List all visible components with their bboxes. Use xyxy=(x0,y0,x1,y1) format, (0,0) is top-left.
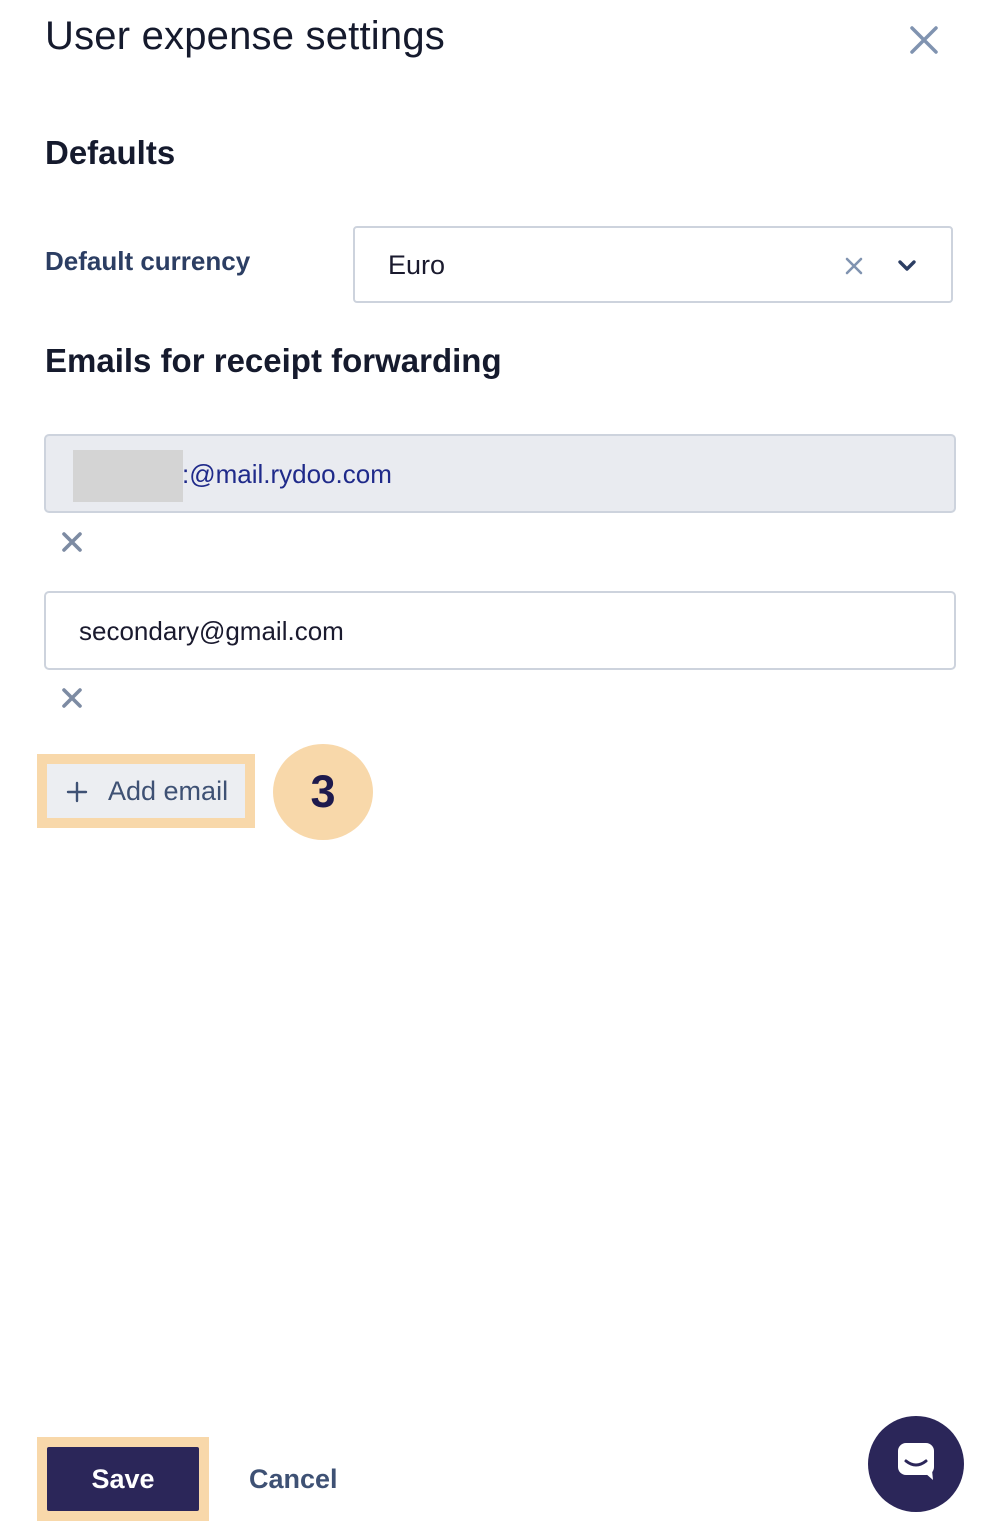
currency-select-value: Euro xyxy=(388,250,446,280)
chat-launcher-button[interactable] xyxy=(868,1416,964,1512)
remove-email-icon xyxy=(62,532,82,552)
email-field-primary-value: :@mail.rydoo.com xyxy=(182,459,392,489)
email-field-secondary[interactable]: secondary@gmail.com xyxy=(44,591,956,670)
emails-heading: Emails for receipt forwarding xyxy=(45,342,502,379)
email-field-primary: :@mail.rydoo.com xyxy=(44,434,956,513)
clear-currency-button[interactable] xyxy=(843,255,865,277)
remove-email-button-2[interactable] xyxy=(60,686,84,710)
close-button[interactable] xyxy=(904,20,944,60)
currency-select[interactable]: Euro xyxy=(353,226,953,303)
add-email-label: Add email xyxy=(108,776,229,806)
remove-email-icon xyxy=(62,688,82,708)
chevron-down-icon xyxy=(898,260,916,271)
step-number-badge: 3 xyxy=(273,744,373,840)
currency-dropdown-toggle[interactable] xyxy=(896,257,918,275)
email-field-secondary-value: secondary@gmail.com xyxy=(79,616,344,646)
clear-icon xyxy=(845,257,863,275)
dialog-title: User expense settings xyxy=(45,14,445,58)
redacted-email-prefix xyxy=(73,450,183,502)
remove-email-button-1[interactable] xyxy=(60,530,84,554)
save-button[interactable]: Save xyxy=(47,1447,199,1511)
add-email-button[interactable]: Add email xyxy=(47,764,245,818)
defaults-heading: Defaults xyxy=(45,134,176,171)
default-currency-label: Default currency xyxy=(45,246,251,276)
chat-icon xyxy=(898,1443,934,1480)
plus-icon xyxy=(66,781,88,803)
cancel-button[interactable]: Cancel xyxy=(249,1464,338,1495)
close-icon xyxy=(910,26,938,54)
